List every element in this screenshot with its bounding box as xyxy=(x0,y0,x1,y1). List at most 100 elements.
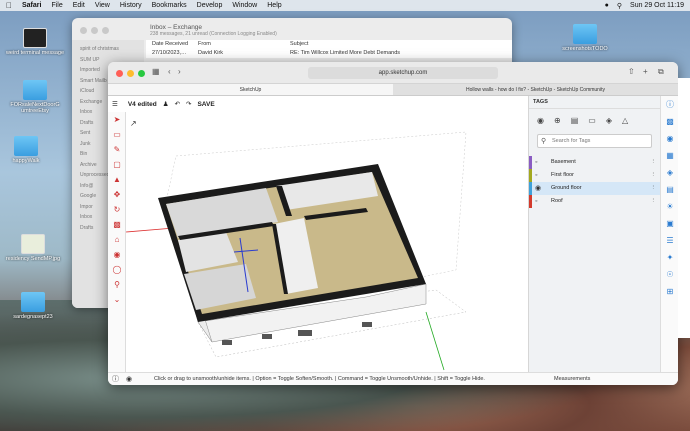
desktop-icon[interactable]: sardegnasept23 xyxy=(3,292,63,320)
menu-icon[interactable]: ☰ xyxy=(112,100,118,108)
tag-row-ground-floor[interactable]: ◉ Ground floor ⋮ xyxy=(529,182,660,195)
desktop-icon[interactable]: weird terminal message xyxy=(5,28,65,56)
tag-color-swatch[interactable] xyxy=(529,182,532,195)
tab-sketchup[interactable]: SketchUp xyxy=(108,84,393,95)
scale-tool-icon[interactable]: ▩ xyxy=(108,217,126,232)
menu-develop[interactable]: Develop xyxy=(197,2,223,9)
add-tag-icon[interactable]: ⊕ xyxy=(554,116,561,125)
more-icon[interactable]: ⋮ xyxy=(651,195,657,208)
search-icon[interactable]: ⚲ xyxy=(617,2,622,10)
minimize-button[interactable] xyxy=(127,70,134,77)
close-button[interactable] xyxy=(116,70,123,77)
clock[interactable]: Sun 29 Oct 11:19 xyxy=(630,2,684,9)
select-tool-icon[interactable]: ➤ xyxy=(108,112,126,127)
eye-icon[interactable]: ◉ xyxy=(535,182,541,195)
push-pull-tool-icon[interactable]: ▲ xyxy=(108,172,126,187)
background-window-edge xyxy=(678,78,690,338)
rectangle-tool-icon[interactable]: ▢ xyxy=(108,157,126,172)
move-tool-icon[interactable]: ✥ xyxy=(108,187,126,202)
tag-row-first-floor[interactable]: ◦ First floor ⋮ xyxy=(529,169,660,182)
desktop-icon[interactable]: FORsaleNextDoorG umtreeEtsy xyxy=(5,80,65,114)
row-from[interactable]: David Kirk xyxy=(198,50,223,56)
zoom-tool-icon[interactable]: ⚲ xyxy=(108,277,126,292)
tag-color-swatch[interactable] xyxy=(529,169,532,182)
eye-icon[interactable]: ◉ xyxy=(537,116,544,125)
new-tab-icon[interactable]: + xyxy=(643,67,648,76)
materials-icon[interactable]: ◉ xyxy=(661,130,678,147)
visibility-icon[interactable]: ◦ xyxy=(535,169,537,182)
document-name[interactable]: V4 edited xyxy=(128,101,157,108)
more-icon[interactable]: ⋮ xyxy=(651,182,657,195)
row-date[interactable]: 27/10/2023,… xyxy=(152,50,187,56)
tag-color-swatch[interactable] xyxy=(529,195,532,208)
menu-view[interactable]: View xyxy=(95,2,110,9)
tab-overview-icon[interactable]: ⧉ xyxy=(658,67,664,77)
column-from[interactable]: From xyxy=(198,41,211,47)
measurements-label[interactable]: Measurements xyxy=(554,373,590,385)
shadows-icon[interactable]: ☀ xyxy=(661,198,678,215)
folder-icon xyxy=(21,292,45,312)
rotate-tool-icon[interactable]: ↻ xyxy=(108,202,126,217)
model-viewport[interactable]: ↗ xyxy=(126,112,528,372)
solar-icon[interactable]: ☉ xyxy=(661,266,678,283)
orbit-tool-icon[interactable]: ◯ xyxy=(108,262,126,277)
more-icon[interactable]: ⋮ xyxy=(651,169,657,182)
color-by-tag-icon[interactable]: ◈ xyxy=(606,116,612,125)
desktop-icon[interactable]: happyWalk xyxy=(0,136,56,164)
entity-info-icon[interactable]: ⓘ xyxy=(661,96,678,113)
menu-file[interactable]: File xyxy=(51,2,62,9)
globe-icon[interactable]: ◉ xyxy=(126,373,132,385)
desktop-icon[interactable]: residency SendMP.jpg xyxy=(3,234,63,262)
column-subject[interactable]: Subject xyxy=(290,41,308,47)
scenes-icon[interactable]: ▤ xyxy=(661,181,678,198)
address-bar[interactable]: app.sketchup.com xyxy=(308,67,498,79)
outliner-icon[interactable]: ☰ xyxy=(661,232,678,249)
tag-row-roof[interactable]: ◦ Roof ⋮ xyxy=(529,195,660,208)
undo-icon[interactable]: ↶ xyxy=(175,100,180,108)
forward-icon[interactable]: › xyxy=(178,67,181,76)
share-icon[interactable]: ⇧ xyxy=(628,67,635,76)
more-tools-icon[interactable]: ⌄ xyxy=(108,292,126,307)
save-button[interactable]: SAVE xyxy=(197,101,214,108)
tag-color-swatch[interactable] xyxy=(529,156,532,169)
menu-bookmarks[interactable]: Bookmarks xyxy=(152,2,187,9)
menu-app-name[interactable]: Safari xyxy=(22,2,41,9)
menu-history[interactable]: History xyxy=(120,2,142,9)
tag-row-basement[interactable]: ◦ Basement ⋮ xyxy=(529,156,660,169)
eraser-tool-icon[interactable]: ▭ xyxy=(108,127,126,142)
tape-measure-icon[interactable]: ⌂ xyxy=(108,232,126,247)
dashes-icon[interactable]: △ xyxy=(622,116,628,125)
instructor-icon[interactable]: ✦ xyxy=(661,249,678,266)
menu-window[interactable]: Window xyxy=(232,2,257,9)
zoom-button[interactable] xyxy=(138,70,145,77)
pencil-tool-icon[interactable]: ✎ xyxy=(108,142,126,157)
column-date[interactable]: Date Received xyxy=(152,41,188,47)
image-thumbnail-icon xyxy=(21,234,45,254)
apple-icon[interactable]:  xyxy=(6,1,12,10)
styles-icon[interactable]: ▦ xyxy=(661,147,678,164)
desktop-icon[interactable]: screenshotsTODO xyxy=(555,24,615,52)
delete-tag-icon[interactable]: ▭ xyxy=(588,116,596,125)
components-icon[interactable]: ▩ xyxy=(661,113,678,130)
add-folder-icon[interactable]: ▤ xyxy=(571,116,579,125)
help-icon[interactable]: ⓘ xyxy=(112,373,119,385)
back-icon[interactable]: ‹ xyxy=(168,67,171,76)
visibility-icon[interactable]: ◦ xyxy=(535,156,537,169)
display-icon[interactable]: ▣ xyxy=(661,215,678,232)
wifi-icon[interactable]: ● xyxy=(605,2,609,9)
user-icon[interactable]: ♟ xyxy=(163,100,169,108)
tags-search-input[interactable]: ⚲ Search for Tags xyxy=(537,134,652,148)
menu-edit[interactable]: Edit xyxy=(73,2,85,9)
row-subject[interactable]: RE: Tim Willcox Limited More Debt Demand… xyxy=(290,50,400,56)
tab-community[interactable]: Hollow walls - how do I fix? - SketchUp … xyxy=(393,84,678,95)
mailbox-item[interactable]: spirit of christmas xyxy=(80,44,136,55)
redo-icon[interactable]: ↷ xyxy=(186,100,191,108)
extensions-icon[interactable]: ⊞ xyxy=(661,283,678,300)
paint-bucket-icon[interactable]: ◉ xyxy=(108,247,126,262)
more-icon[interactable]: ⋮ xyxy=(651,156,657,169)
sidebar-icon[interactable]: ▦ xyxy=(152,67,160,76)
visibility-icon[interactable]: ◦ xyxy=(535,195,537,208)
folder-icon xyxy=(23,80,47,100)
tags-icon[interactable]: ◈ xyxy=(661,164,678,181)
menu-help[interactable]: Help xyxy=(267,2,281,9)
